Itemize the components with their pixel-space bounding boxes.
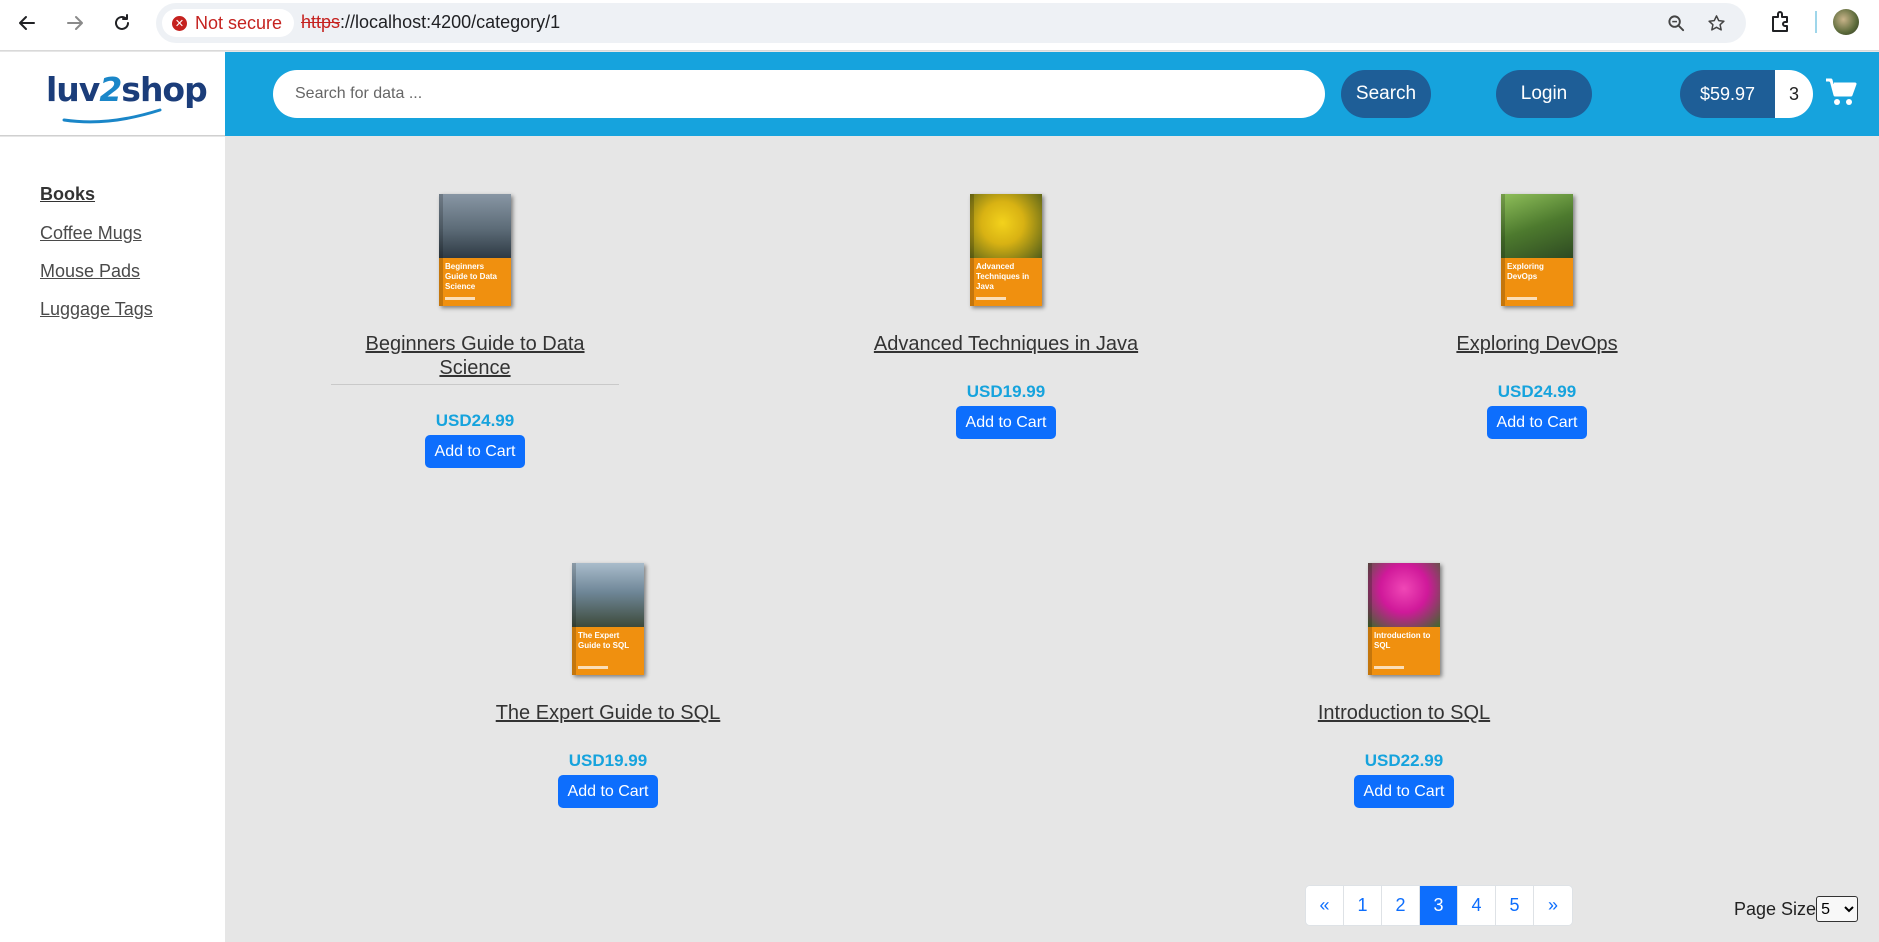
product-card: Exploring DevOps Exploring DevOps USD24.… [1387,194,1687,439]
add-to-cart-button[interactable]: Add to Cart [1353,775,1455,808]
product-price: USD19.99 [568,751,648,770]
add-to-cart-button[interactable]: Add to Cart [955,406,1057,439]
cart-quantity: 3 [1775,70,1814,118]
logo-swoosh [62,108,162,124]
search-button[interactable]: Search [1341,70,1431,118]
product-card: Beginners Guide to Data Science Beginner… [325,194,625,468]
product-image[interactable]: Beginners Guide to Data Science [439,194,511,306]
product-image[interactable]: Introduction to SQL [1368,563,1440,675]
shopping-cart-icon[interactable] [1825,77,1857,107]
product-price: USD22.99 [1364,751,1444,770]
product-name[interactable]: Exploring DevOps [1456,332,1617,356]
product-name[interactable]: The Expert Guide to SQL [496,701,721,725]
page-size-label: Page Size [1734,898,1817,919]
product-price: USD24.99 [435,411,515,430]
bookmark-star-icon[interactable] [1704,11,1728,35]
warning-icon: ✕ [172,15,187,31]
product-image[interactable]: The Expert Guide to SQL [572,563,644,675]
cover-photo [439,194,511,258]
page-button-4[interactable]: 4 [1458,886,1496,925]
product-card: The Expert Guide to SQL The Expert Guide… [458,563,758,808]
product-card: Advanced Techniques in Java Advanced Tec… [856,194,1156,439]
page-size-select[interactable]: 5 [1816,896,1859,922]
luv2shop-logo[interactable]: luv2shop [46,70,208,109]
product-image[interactable]: Exploring DevOps [1501,194,1573,306]
page-last-button[interactable]: » [1534,886,1572,925]
toolbar-divider [1815,11,1817,33]
cover-photo [1368,563,1440,627]
product-name[interactable]: Beginners Guide to Data Science [365,332,584,380]
page-first-button[interactable]: « [1306,886,1344,925]
category-coffee-mugs[interactable]: Coffee Mugs [40,223,142,244]
security-label: Not secure [195,12,283,33]
category-mouse-pads[interactable]: Mouse Pads [40,261,140,282]
address-bar[interactable]: ✕ Not secure https://localhost:4200/cate… [156,3,1746,43]
page-button-2[interactable]: 2 [1382,886,1420,925]
cover-photo [572,563,644,627]
product-name[interactable]: Introduction to SQL [1318,701,1490,725]
product-card: Introduction to SQL Introduction to SQL … [1254,563,1554,808]
product-price: USD19.99 [966,382,1046,401]
pagination: « 1 2 3 4 5 » [1305,885,1573,926]
product-image[interactable]: Advanced Techniques in Java [970,194,1042,306]
cover-photo [970,194,1042,258]
profile-avatar[interactable] [1833,9,1859,35]
product-price: USD24.99 [1497,382,1577,401]
product-grid: Beginners Guide to Data Science Beginner… [225,137,1879,942]
product-name[interactable]: Advanced Techniques in Java [874,332,1138,356]
forward-icon[interactable] [58,6,92,40]
page-size-control: Page Size 5 [1734,896,1859,922]
header-bar: Search Login $59.97 3 [225,52,1879,136]
category-books[interactable]: Books [40,184,95,205]
category-luggage-tags[interactable]: Luggage Tags [40,299,153,320]
security-chip[interactable]: ✕ Not secure [162,9,295,37]
search-input[interactable] [273,70,1325,118]
browser-toolbar: ✕ Not secure https://localhost:4200/cate… [0,0,1879,51]
logo-area: luv2shop [0,52,225,136]
zoom-icon[interactable] [1664,11,1688,35]
login-button[interactable]: Login [1496,70,1592,118]
cover-photo [1501,194,1573,258]
add-to-cart-button[interactable]: Add to Cart [1486,406,1588,439]
category-sidebar: Books Coffee Mugs Mouse Pads Luggage Tag… [0,137,225,942]
extensions-icon[interactable] [1768,9,1794,35]
page-button-3[interactable]: 3 [1420,886,1458,925]
cart-status[interactable]: $59.97 3 [1680,70,1814,118]
back-icon[interactable] [10,6,44,40]
cart-total: $59.97 [1680,70,1776,118]
url-text: https://localhost:4200/category/1 [301,12,561,32]
add-to-cart-button[interactable]: Add to Cart [557,775,659,808]
reload-icon[interactable] [105,6,139,40]
add-to-cart-button[interactable]: Add to Cart [424,435,526,468]
page-button-1[interactable]: 1 [1344,886,1382,925]
page-button-5[interactable]: 5 [1496,886,1534,925]
